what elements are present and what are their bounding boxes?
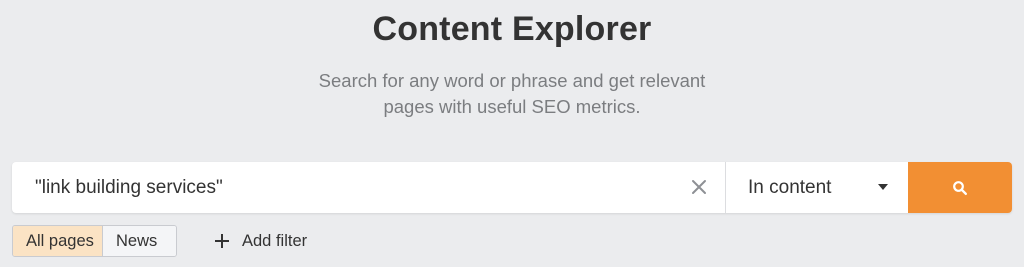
- tab-news[interactable]: News: [102, 226, 176, 256]
- search-bar: In content: [12, 162, 1012, 213]
- chevron-down-icon: [878, 184, 888, 190]
- search-input[interactable]: [12, 162, 725, 213]
- subtitle-line: pages with useful SEO metrics.: [383, 96, 641, 117]
- page-type-tabs: All pages News: [12, 225, 177, 257]
- add-filter-label: Add filter: [242, 231, 308, 250]
- close-icon: [692, 180, 706, 194]
- search-button[interactable]: [908, 162, 1012, 213]
- add-filter-button[interactable]: Add filter: [212, 226, 307, 256]
- search-icon: [953, 180, 967, 195]
- subtitle-line: Search for any word or phrase and get re…: [318, 70, 706, 91]
- page-title: Content Explorer: [372, 10, 652, 48]
- tab-all-pages[interactable]: All pages: [13, 226, 102, 256]
- search-mode-label: In content: [748, 176, 832, 198]
- plus-icon: [215, 234, 229, 248]
- search-mode-select[interactable]: In content: [725, 162, 908, 213]
- clear-search-button[interactable]: [688, 176, 710, 198]
- page-subtitle: Search for any word or phrase and get re…: [262, 68, 762, 120]
